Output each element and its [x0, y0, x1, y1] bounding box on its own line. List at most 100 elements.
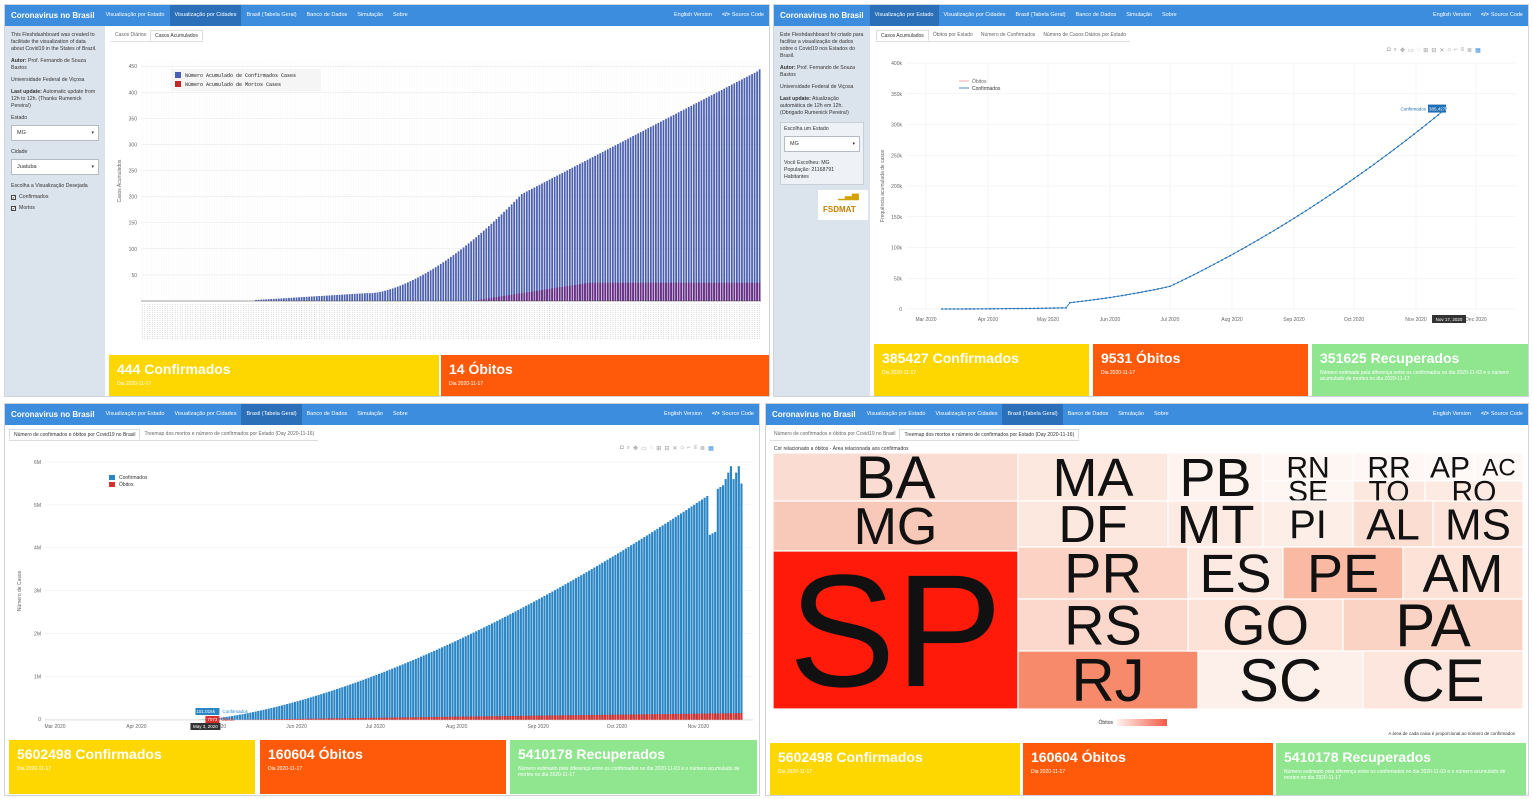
- confirmed-bar: [425, 654, 428, 720]
- english-version-link[interactable]: English Version: [669, 5, 717, 26]
- confirmed-bar: [598, 564, 601, 720]
- nav-item-banco[interactable]: Banco de Dados: [302, 404, 353, 425]
- camera-icon[interactable]: ◘: [620, 445, 624, 452]
- deaths-bar: [454, 716, 457, 720]
- english-version-link[interactable]: English Version: [659, 404, 707, 425]
- confirmed-point: [1161, 287, 1163, 290]
- box-select-icon[interactable]: ▭: [641, 445, 647, 452]
- deaths-bar: [708, 282, 710, 301]
- confirmed-bar: [719, 487, 722, 720]
- nav-item-banco[interactable]: Banco de Dados: [1063, 404, 1114, 425]
- nav-item-cidades[interactable]: Visualização por Cidades: [170, 404, 242, 425]
- nav-item-estado[interactable]: Visualização por Estado: [101, 5, 170, 26]
- tab-casos-acumulados[interactable]: Casos Acumulados: [150, 30, 203, 41]
- zoom-icon[interactable]: ⌕: [627, 445, 630, 452]
- tab-casos-acumulados[interactable]: Casos Acumulados: [876, 30, 929, 41]
- nav-item-simulacao[interactable]: Simulação: [1121, 5, 1157, 26]
- confirmed-bar: [462, 637, 465, 720]
- deaths-bar: [430, 717, 433, 720]
- deaths-bar: [627, 714, 630, 720]
- brand-title[interactable]: Coronavirus no Brasil: [9, 410, 101, 419]
- y-tick-label: 100k: [891, 246, 902, 252]
- nav-item-tabela[interactable]: Brasil (Tabela Geral): [1010, 5, 1070, 26]
- tab-casos-diarios-estado[interactable]: Número de Casos Diários por Estado: [1039, 30, 1130, 41]
- nav-item-simulacao[interactable]: Simulação: [352, 404, 388, 425]
- english-version-link[interactable]: English Version: [1428, 404, 1476, 425]
- confirmed-bar: [574, 166, 576, 301]
- confirmed-bar: [380, 672, 383, 720]
- confirmed-bar: [576, 165, 579, 301]
- confirmed-bar: [604, 150, 607, 301]
- nav-item-tabela[interactable]: Brasil (Tabela Geral): [1002, 404, 1063, 425]
- confirmed-bar: [611, 146, 614, 301]
- deaths-bar: [672, 282, 675, 301]
- brand-title[interactable]: Coronavirus no Brasil: [770, 410, 862, 419]
- autoscale-icon[interactable]: ✕: [672, 445, 677, 452]
- confirmed-bar: [627, 138, 629, 301]
- brand-title[interactable]: Coronavirus no Brasil: [778, 11, 870, 20]
- lasso-icon[interactable]: ◌: [650, 445, 654, 452]
- nav-item-simulacao[interactable]: Simulação: [1113, 404, 1149, 425]
- pan-icon[interactable]: ✥: [633, 445, 638, 452]
- english-version-link[interactable]: English Version: [1428, 5, 1476, 26]
- confirmed-bar: [328, 295, 331, 301]
- deaths-bar: [556, 287, 559, 301]
- confirmed-bar: [579, 163, 581, 301]
- source-code-link[interactable]: </> Source Code: [1476, 404, 1528, 425]
- deaths-bar: [721, 713, 725, 720]
- confirmed-point: [1437, 114, 1439, 117]
- deaths-bar: [624, 282, 627, 301]
- deaths-bar: [404, 717, 407, 720]
- nav-item-estado[interactable]: Visualização por Estado: [101, 404, 170, 425]
- confirmed-bar: [740, 483, 743, 720]
- confirmed-bar: [670, 116, 672, 301]
- confirmed-bar: [482, 230, 485, 301]
- nav-item-sobre[interactable]: Sobre: [388, 5, 413, 26]
- deaths-bar: [510, 294, 513, 301]
- tab-numero-confirmados-obitos[interactable]: Número de confirmados e óbitos por Covid…: [9, 429, 141, 440]
- nav-item-cidades[interactable]: Visualização por Cidades: [931, 404, 1003, 425]
- confirmed-bar: [475, 631, 478, 720]
- tab-numero-confirmados[interactable]: Número de Confirmados: [977, 30, 1039, 41]
- tab-treemap[interactable]: Treemap dos mortos e número de confirmad…: [140, 429, 318, 440]
- nav-item-sobre[interactable]: Sobre: [1149, 404, 1174, 425]
- source-code-link[interactable]: </> Source Code: [1476, 5, 1528, 26]
- nav-item-sobre[interactable]: Sobre: [388, 404, 413, 425]
- tab-numero-confirmados-obitos[interactable]: Número de confirmados e óbitos por Covid…: [770, 429, 899, 440]
- spike-icon[interactable]: ⌐: [687, 445, 691, 452]
- source-code-link[interactable]: </> Source Code: [707, 404, 759, 425]
- confirmed-bar: [690, 105, 693, 301]
- home-icon[interactable]: ⌂: [680, 445, 684, 452]
- estado-select[interactable]: MG ▾: [784, 136, 860, 152]
- checkbox-confirmados[interactable]: ✔ Confirmados: [11, 194, 99, 201]
- nav-item-estado[interactable]: Visualização por Estado: [862, 404, 931, 425]
- nav-item-cidades[interactable]: Visualização por Cidades: [939, 5, 1011, 26]
- hover-closest-icon[interactable]: ≡: [694, 445, 698, 452]
- deaths-bar: [520, 293, 523, 301]
- y-tick-label: 250: [129, 169, 138, 175]
- checkbox-mortos[interactable]: ✔ Mortos: [11, 205, 99, 212]
- confirmed-bar: [714, 531, 717, 720]
- nav-item-banco[interactable]: Banco de Dados: [1071, 5, 1122, 26]
- nav-item-simulacao[interactable]: Simulação: [352, 5, 388, 26]
- cidade-select[interactable]: Juatuba ▾: [11, 159, 99, 175]
- tab-casos-diarios[interactable]: Casos Diários: [111, 30, 150, 41]
- nav-item-banco[interactable]: Banco de Dados: [302, 5, 353, 26]
- nav-item-estado[interactable]: Visualização por Estado: [869, 5, 939, 26]
- confirmed-bar: [538, 598, 541, 720]
- source-code-link[interactable]: </> Source Code: [717, 5, 769, 26]
- tab-obitos-estado[interactable]: Óbitos por Estado: [929, 30, 977, 41]
- zoom-in-icon[interactable]: ⊞: [656, 445, 661, 452]
- nav-item-tabela[interactable]: Brasil (Tabela Geral): [241, 5, 301, 26]
- nav-item-cidades[interactable]: Visualização por Cidades: [169, 5, 242, 26]
- nav-item-sobre[interactable]: Sobre: [1157, 5, 1182, 26]
- estado-select[interactable]: MG ▾: [11, 125, 99, 141]
- nav-item-tabela[interactable]: Brasil (Tabela Geral): [241, 404, 302, 425]
- hover-compare-icon[interactable]: ≣: [700, 445, 705, 452]
- brand-title[interactable]: Coronavirus no Brasil: [9, 11, 101, 20]
- confirmed-bar: [634, 134, 637, 301]
- tab-treemap[interactable]: Treemap dos mortos e número de confirmad…: [899, 429, 1080, 440]
- plotly-logo-icon[interactable]: ▦: [708, 445, 714, 452]
- confirmed-point: [1329, 194, 1331, 196]
- zoom-out-icon[interactable]: ⊟: [664, 445, 669, 452]
